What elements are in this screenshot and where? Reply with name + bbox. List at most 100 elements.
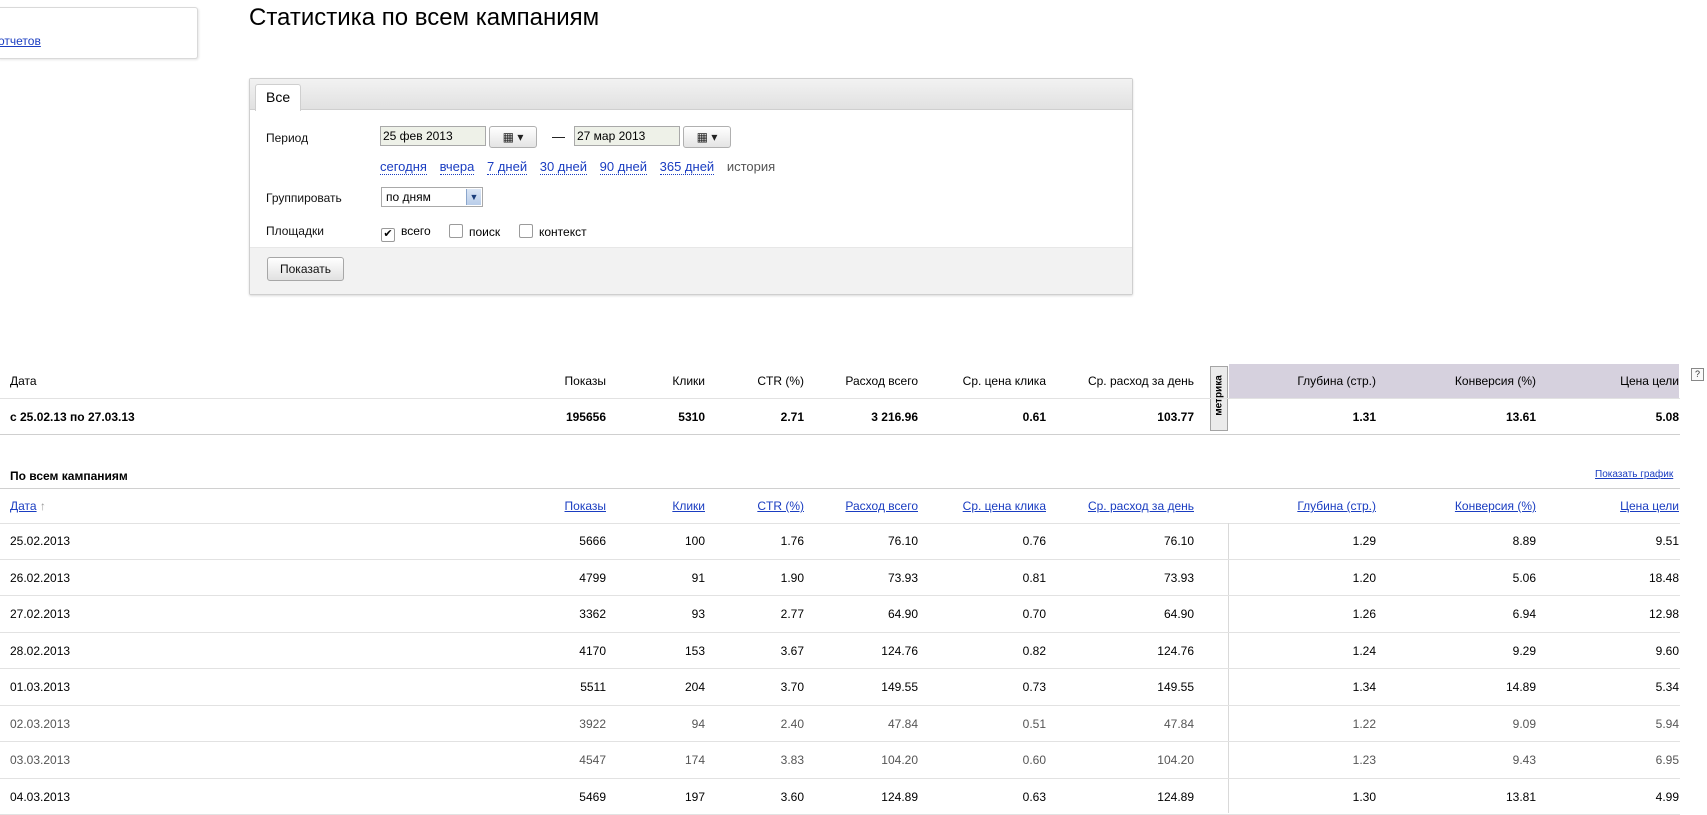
sidebar-panel: отчетов [0,7,198,59]
quick-link-30-days[interactable]: 30 дней [540,159,587,175]
cell-goal-cost: 5.34 [1656,680,1679,694]
cell-clicks: 204 [685,680,705,694]
platform-search-checkbox[interactable]: поиск [449,224,500,239]
cell-conversion: 9.43 [1513,753,1536,767]
section-title: По всем кампаниям [10,469,128,483]
summary-col-cpc: Ср. цена клика [963,374,1046,388]
filter-panel: Все Период ▦ ▾ — ▦ ▾ сегодня вчера 7 дне… [249,78,1133,295]
summary-col-cost: Расход всего [845,374,918,388]
panel-footer: Показать [250,247,1132,294]
cell-cost: 124.89 [881,790,918,804]
detail-col-ctr[interactable]: CTR (%) [757,499,804,513]
detail-col-shows[interactable]: Показы [565,499,606,513]
cell-cpc: 0.60 [1023,753,1046,767]
checkbox-empty-icon [519,224,533,238]
detail-col-date[interactable]: Дата ↑ [10,499,46,513]
quick-link-yesterday[interactable]: вчера [440,159,475,175]
cell-cost: 149.55 [881,680,918,694]
cell-clicks: 91 [692,571,705,585]
quick-link-today[interactable]: сегодня [380,159,427,175]
checkbox-empty-icon [449,224,463,238]
cell-cost: 47.84 [888,717,918,731]
cell-shows: 5666 [579,534,606,548]
cell-cost: 124.76 [881,644,918,658]
cell-goal-cost: 9.60 [1656,644,1679,658]
detail-col-cpc[interactable]: Ср. цена клика [963,499,1046,513]
cell-depth: 1.26 [1353,607,1376,621]
date-from-input[interactable] [380,126,486,146]
help-icon[interactable]: ? [1691,368,1704,381]
quick-link-365-days[interactable]: 365 дней [660,159,715,175]
summary-col-conversion: Конверсия (%) [1455,374,1536,388]
cell-ctr: 1.76 [781,534,804,548]
summary-depth: 1.31 [1353,410,1376,424]
table-row: 25.02.201356661001.7676.100.7676.101.298… [0,523,1680,560]
calendar-to-button[interactable]: ▦ ▾ [683,126,731,148]
summary-goal-cost: 5.08 [1656,410,1679,424]
summary-period: с 25.02.13 по 27.03.13 [10,410,135,424]
period-label: Период [266,131,308,145]
table-row: 26.02.20134799911.9073.930.8173.931.205.… [0,560,1680,597]
cell-clicks: 94 [692,717,705,731]
cell-date: 03.03.2013 [10,753,70,767]
cell-date: 25.02.2013 [10,534,70,548]
period-dash: — [552,129,565,144]
detail-col-daily[interactable]: Ср. расход за день [1088,499,1194,513]
cell-shows: 4170 [579,644,606,658]
platform-context-checkbox[interactable]: контекст [519,224,587,239]
page-title: Статистика по всем кампаниям [249,4,599,32]
sort-date-link[interactable]: Дата [10,499,37,513]
platform-search-label: поиск [469,225,500,239]
cell-conversion: 14.89 [1506,680,1536,694]
cell-daily: 76.10 [1164,534,1194,548]
cell-shows: 3922 [579,717,606,731]
checkmark-icon: ✔ [381,228,395,242]
summary-col-clicks: Клики [672,374,705,388]
cell-shows: 3362 [579,607,606,621]
panel-tabs: Все [250,79,1132,110]
detail-col-conversion[interactable]: Конверсия (%) [1455,499,1536,513]
summary-col-shows: Показы [565,374,606,388]
platform-all-checkbox[interactable]: ✔всего [381,224,431,242]
cell-date: 27.02.2013 [10,607,70,621]
cell-cpc: 0.73 [1023,680,1046,694]
summary-conversion: 13.61 [1506,410,1536,424]
cell-date: 04.03.2013 [10,790,70,804]
detail-col-depth[interactable]: Глубина (стр.) [1297,499,1376,513]
cell-goal-cost: 18.48 [1649,571,1679,585]
group-select[interactable]: по дням ▼ [381,187,483,207]
cell-daily: 149.55 [1157,680,1194,694]
cell-cpc: 0.70 [1023,607,1046,621]
cell-cost: 76.10 [888,534,918,548]
detail-col-goal-cost[interactable]: Цена цели [1620,499,1679,513]
platform-context-label: контекст [539,225,587,239]
cell-clicks: 174 [685,753,705,767]
cell-goal-cost: 4.99 [1656,790,1679,804]
cell-cpc: 0.81 [1023,571,1046,585]
summary-daily: 103.77 [1157,410,1194,424]
cell-daily: 64.90 [1164,607,1194,621]
show-button[interactable]: Показать [267,257,344,281]
cell-depth: 1.20 [1353,571,1376,585]
cell-daily: 124.76 [1157,644,1194,658]
quick-link-7-days[interactable]: 7 дней [487,159,527,175]
show-chart-link[interactable]: Показать график [1595,469,1673,480]
calendar-from-button[interactable]: ▦ ▾ [489,126,537,148]
table-row: 01.03.201355112043.70149.550.73149.551.3… [0,669,1680,706]
sidebar-reports-link[interactable]: отчетов [0,34,41,48]
cell-depth: 1.30 [1353,790,1376,804]
cell-date: 28.02.2013 [10,644,70,658]
cell-cost: 73.93 [888,571,918,585]
cell-cost: 64.90 [888,607,918,621]
detail-col-cost[interactable]: Расход всего [845,499,918,513]
quick-link-history[interactable]: история [727,159,775,174]
date-to-input[interactable] [574,126,680,146]
cell-goal-cost: 6.95 [1656,753,1679,767]
platforms-label: Площадки [266,224,324,238]
cell-cpc: 0.63 [1023,790,1046,804]
tab-all[interactable]: Все [255,84,301,111]
detail-col-clicks[interactable]: Клики [672,499,705,513]
cell-depth: 1.24 [1353,644,1376,658]
cell-goal-cost: 5.94 [1656,717,1679,731]
quick-link-90-days[interactable]: 90 дней [600,159,647,175]
